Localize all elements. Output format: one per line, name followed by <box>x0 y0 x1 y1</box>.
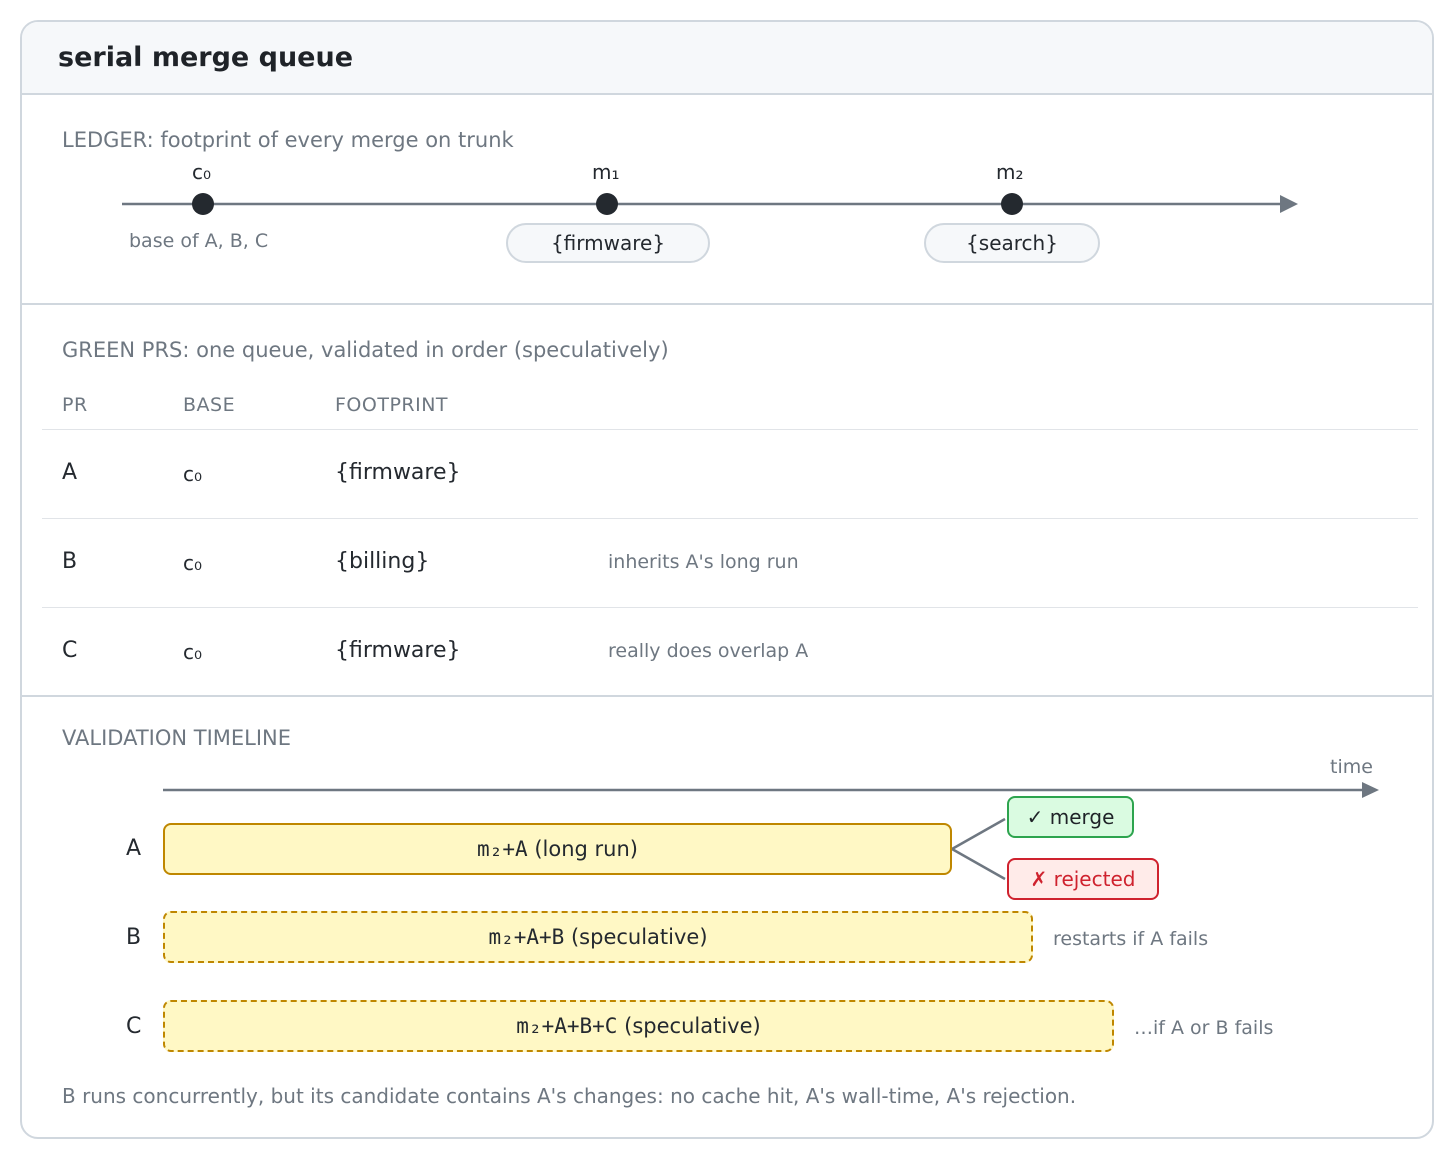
lane-label-c: C <box>126 1014 142 1039</box>
column-header-base: BASE <box>183 394 236 416</box>
candidate-b: m₂+A+B <box>488 925 565 949</box>
commit-label-m1: m₁ <box>592 160 620 184</box>
lane-label-a: A <box>126 836 142 861</box>
lane-note-c: …if A or B fails <box>1134 1017 1274 1039</box>
timeline-label: VALIDATION TIMELINE <box>62 726 292 750</box>
footprint-tag-m1: {firmware} <box>506 223 710 263</box>
table-row-a-base: c₀ <box>183 462 203 486</box>
table-row-c-footprint: {firmware} <box>335 638 461 663</box>
validation-bar-c: m₂+A+B+C (speculative) <box>163 1000 1114 1052</box>
candidate-c: m₂+A+B+C <box>516 1014 618 1038</box>
candidate-c-desc: (speculative) <box>624 1014 761 1038</box>
commit-dot-m1 <box>596 193 618 215</box>
column-header-footprint: FOOTPRINT <box>335 394 449 416</box>
table-row-b-note: inherits A's long run <box>608 551 799 573</box>
divider <box>22 303 1432 305</box>
table-divider <box>42 607 1418 608</box>
table-row-c-base: c₀ <box>183 640 203 664</box>
candidate-a-desc: (long run) <box>534 837 638 861</box>
diagram-card: serial merge queue LEDGER: footprint of … <box>20 20 1434 1139</box>
table-row-a-footprint: {firmware} <box>335 460 461 485</box>
branch-line-rejected <box>951 847 1006 881</box>
validation-bar-b: m₂+A+B (speculative) <box>163 911 1033 963</box>
rejected-outcome-badge: ✗ rejected <box>1007 858 1159 900</box>
table-row-b-footprint: {billing} <box>335 549 430 574</box>
commit-dot-m2 <box>1001 193 1023 215</box>
trunk-arrowhead <box>1280 195 1298 213</box>
ledger-axis <box>122 193 1298 215</box>
footprint-tag-m2: {search} <box>924 223 1100 263</box>
table-row-b-pr: B <box>62 549 78 574</box>
branch-line-merge <box>951 817 1006 851</box>
table-row-c-pr: C <box>62 638 78 663</box>
green-prs-label: GREEN PRS: one queue, validated in order… <box>62 338 669 362</box>
commit-label-m2: m₂ <box>996 160 1024 184</box>
candidate-b-desc: (speculative) <box>570 925 708 949</box>
candidate-a: m₂+A <box>477 837 528 861</box>
time-axis-arrowhead <box>1362 782 1379 798</box>
lane-label-b: B <box>126 925 142 950</box>
merge-outcome-badge: ✓ merge <box>1007 796 1134 838</box>
commit-label-c0: c₀ <box>192 160 212 184</box>
table-row-c-note: really does overlap A <box>608 640 809 662</box>
footnote: B runs concurrently, but its candidate c… <box>62 1084 1077 1108</box>
table-row-b-base: c₀ <box>183 551 203 575</box>
lane-note-b: restarts if A fails <box>1053 928 1209 950</box>
validation-bar-a: m₂+A (long run) <box>163 823 952 875</box>
table-divider <box>42 429 1418 430</box>
divider <box>22 695 1432 697</box>
column-header-pr: PR <box>62 394 88 416</box>
commit-dot-c0 <box>192 193 214 215</box>
commit-caption-c0: base of A, B, C <box>129 230 269 252</box>
table-divider <box>42 518 1418 519</box>
table-row-a-pr: A <box>62 460 78 485</box>
